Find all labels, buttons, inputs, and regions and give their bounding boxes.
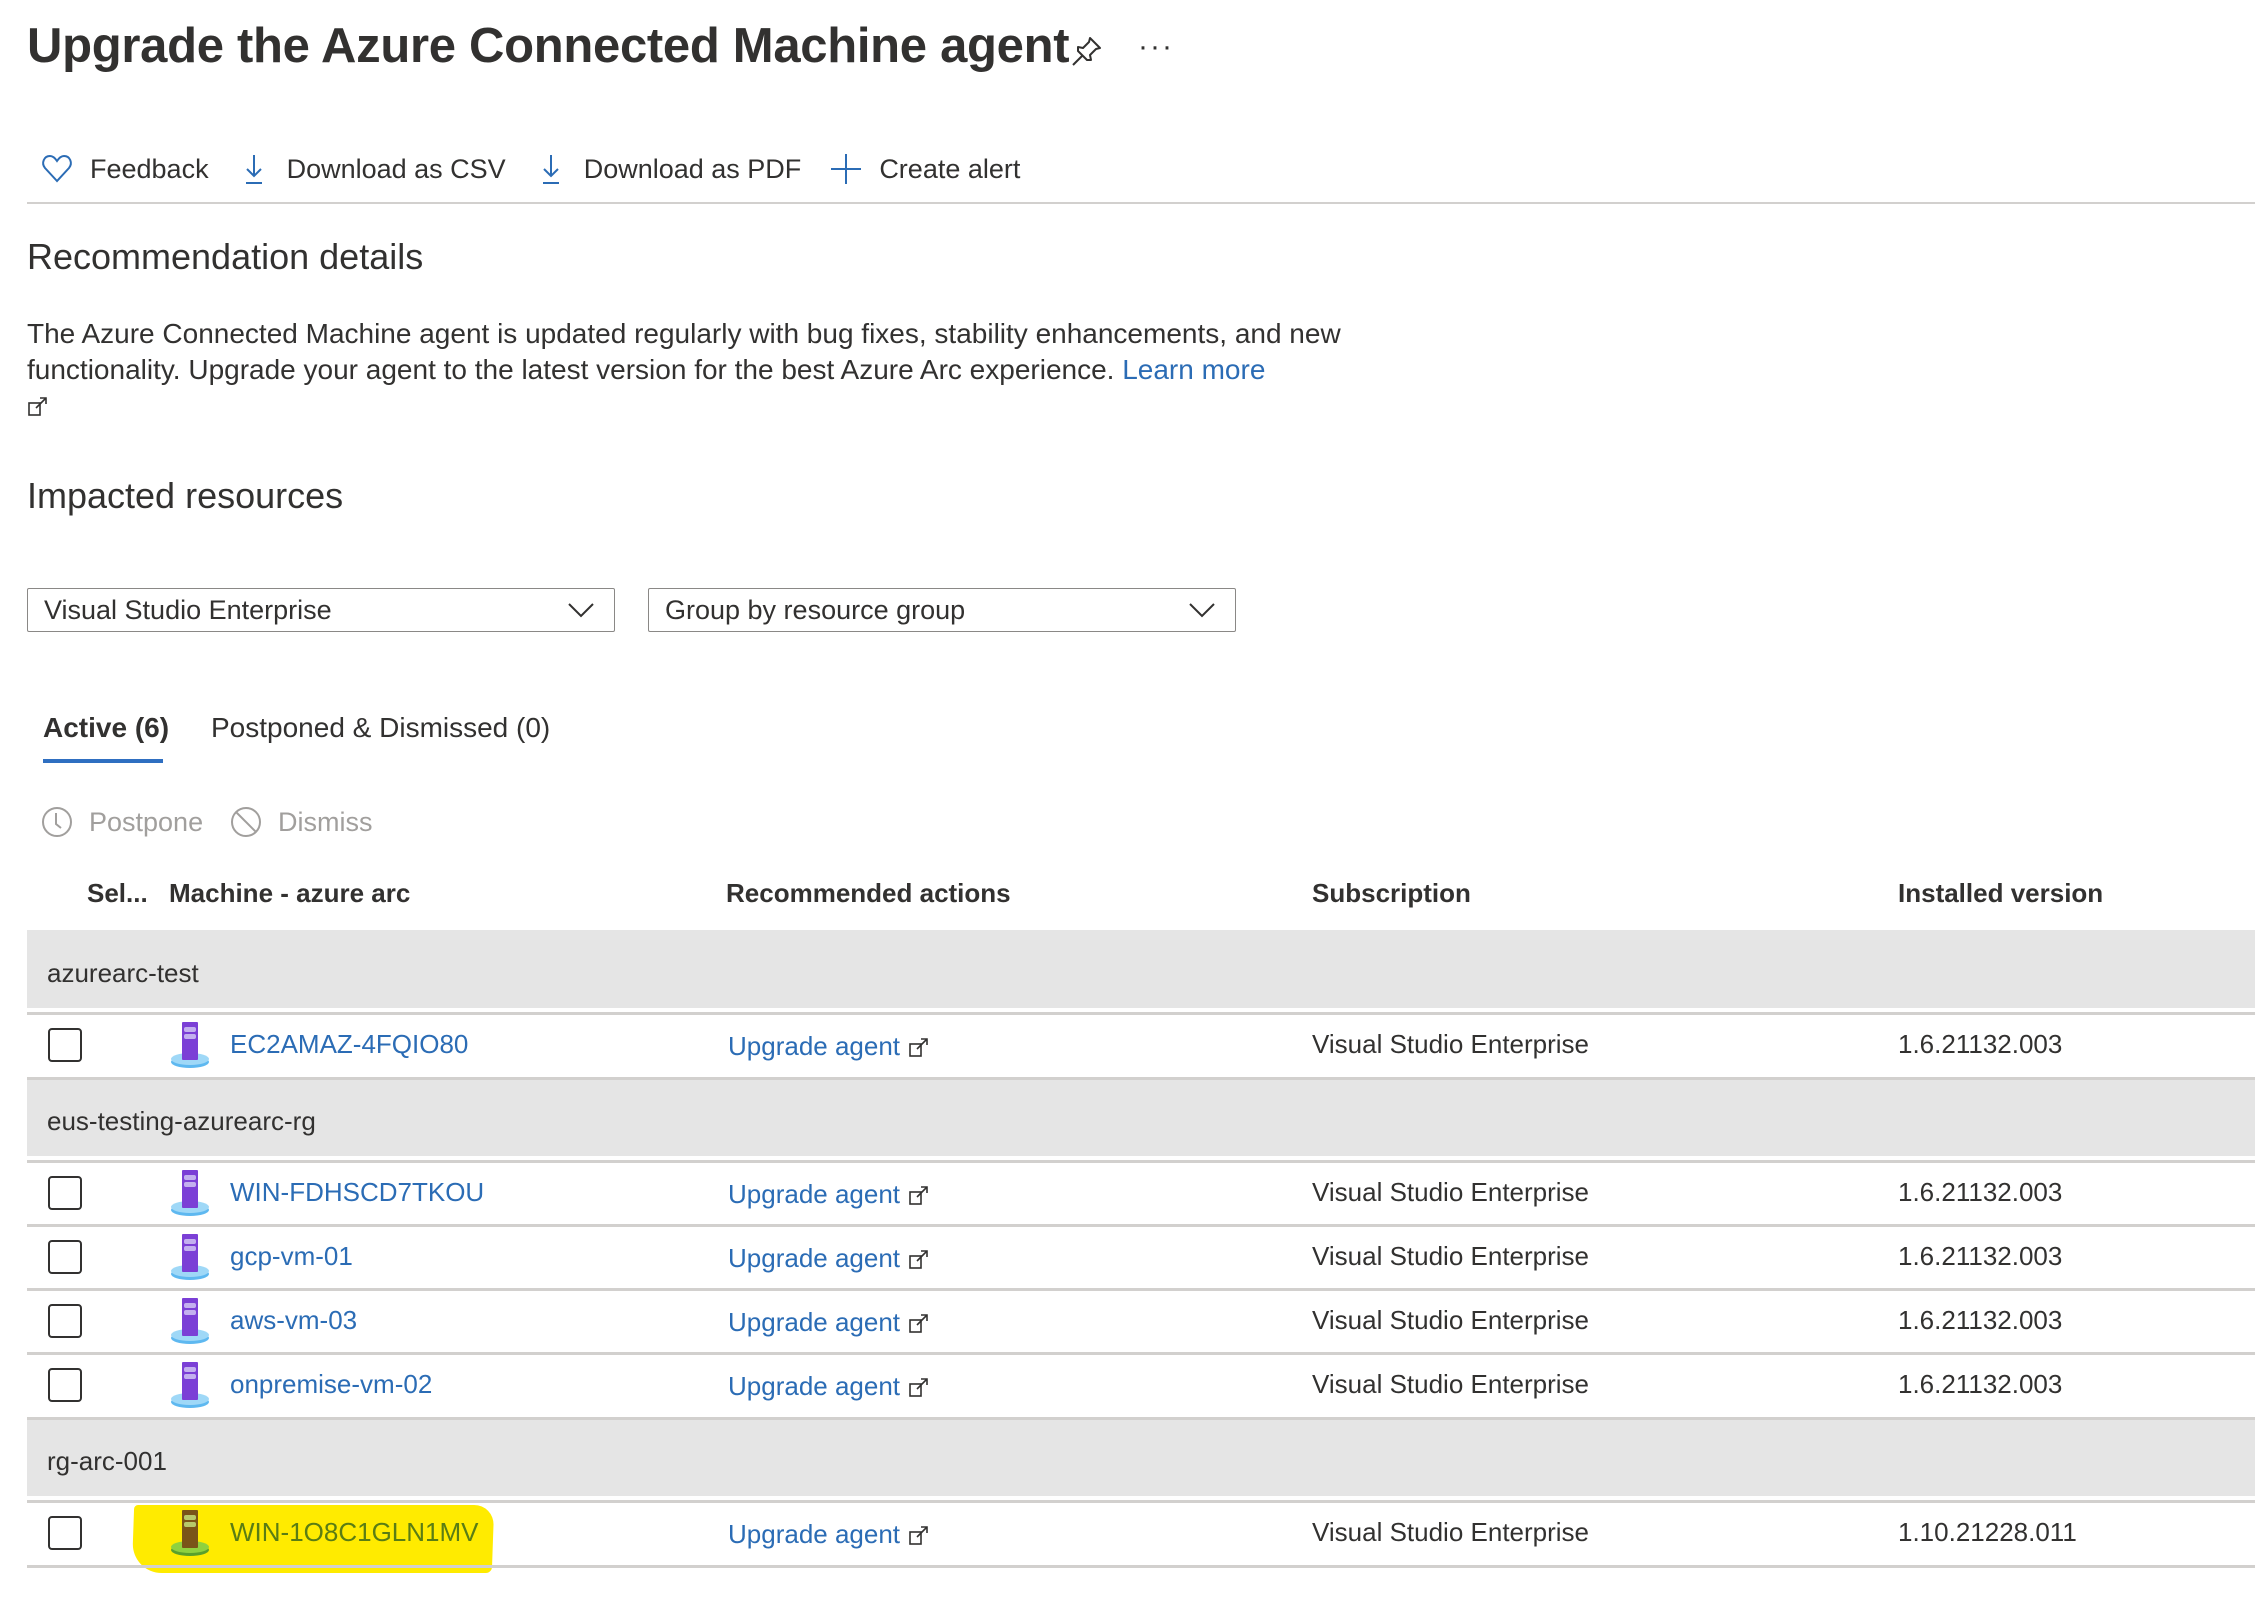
impacted-resources-heading: Impacted resources bbox=[27, 475, 344, 516]
machine-link[interactable]: EC2AMAZ-4FQIO80 bbox=[230, 1029, 468, 1060]
subscription-filter-dropdown[interactable]: Visual Studio Enterprise bbox=[27, 588, 615, 632]
external-link-icon bbox=[909, 1249, 928, 1269]
group-name: rg-arc-001 bbox=[47, 1446, 167, 1476]
toolbar-divider bbox=[27, 202, 2255, 204]
table-row[interactable]: EC2AMAZ-4FQIO80 Upgrade agent Visual Stu… bbox=[27, 1012, 2255, 1080]
upgrade-agent-link[interactable]: Upgrade agent bbox=[728, 1179, 930, 1210]
heart-icon bbox=[42, 154, 72, 183]
download-icon bbox=[245, 155, 262, 184]
group-name: azurearc-test bbox=[47, 958, 199, 988]
row-checkbox[interactable] bbox=[48, 1240, 82, 1274]
arc-machine-icon bbox=[171, 1170, 209, 1216]
arc-machine-icon bbox=[171, 1298, 209, 1344]
table-row[interactable]: WIN-FDHSCD7TKOU Upgrade agent Visual Stu… bbox=[27, 1160, 2255, 1224]
download-icon bbox=[542, 155, 559, 184]
subscription-cell: Visual Studio Enterprise bbox=[1312, 1305, 1590, 1335]
recommendation-description: The Azure Connected Machine agent is upd… bbox=[27, 316, 1357, 424]
external-link-icon bbox=[909, 1525, 928, 1545]
table-row[interactable]: aws-vm-03 Upgrade agent Visual Studio En… bbox=[27, 1288, 2255, 1352]
table-row[interactable]: onpremise-vm-02 Upgrade agent Visual Stu… bbox=[27, 1352, 2255, 1420]
active-tab-indicator bbox=[43, 759, 163, 763]
group-row[interactable]: azurearc-test bbox=[27, 930, 2255, 1012]
download-pdf-button[interactable]: Download as PDF bbox=[534, 152, 801, 186]
external-link-icon bbox=[909, 1037, 928, 1057]
machine-link[interactable]: WIN-FDHSCD7TKOU bbox=[230, 1177, 484, 1208]
upgrade-agent-link[interactable]: Upgrade agent bbox=[728, 1031, 930, 1062]
upgrade-agent-link[interactable]: Upgrade agent bbox=[728, 1519, 930, 1550]
subscription-cell: Visual Studio Enterprise bbox=[1312, 1177, 1590, 1207]
arc-machine-icon bbox=[171, 1234, 209, 1280]
installed-version-cell: 1.6.21132.003 bbox=[1898, 1369, 2063, 1399]
external-link-icon bbox=[909, 1313, 928, 1333]
dismiss-button[interactable]: Dismiss bbox=[230, 806, 373, 838]
column-header-machine[interactable]: Machine - azure arc bbox=[169, 878, 410, 909]
toolbar: Feedback Download as CSV Download as PDF… bbox=[40, 148, 1048, 190]
row-checkbox[interactable] bbox=[48, 1304, 82, 1338]
postpone-button[interactable]: Postpone bbox=[41, 806, 203, 838]
plus-icon bbox=[831, 154, 862, 184]
tab-postponed-dismissed[interactable]: Postponed & Dismissed (0) bbox=[211, 712, 550, 744]
clock-icon bbox=[42, 807, 72, 837]
external-link-icon bbox=[909, 1185, 928, 1205]
upgrade-agent-link[interactable]: Upgrade agent bbox=[728, 1243, 930, 1274]
column-header-recommended-actions[interactable]: Recommended actions bbox=[726, 878, 1011, 909]
row-checkbox[interactable] bbox=[48, 1516, 82, 1550]
group-row[interactable]: eus-testing-azurearc-rg bbox=[27, 1080, 2255, 1160]
column-header-installed-version[interactable]: Installed version bbox=[1898, 878, 2103, 909]
create-alert-button[interactable]: Create alert bbox=[829, 152, 1020, 186]
download-csv-button[interactable]: Download as CSV bbox=[237, 152, 506, 186]
pin-icon[interactable] bbox=[1070, 34, 1104, 68]
installed-version-cell: 1.6.21132.003 bbox=[1898, 1177, 2063, 1207]
installed-version-cell: 1.10.21228.011 bbox=[1898, 1517, 2077, 1547]
machine-link[interactable]: onpremise-vm-02 bbox=[230, 1369, 432, 1400]
chevron-down-icon bbox=[568, 603, 594, 618]
machine-link[interactable]: WIN-1O8C1GLN1MV bbox=[230, 1517, 479, 1548]
arc-machine-icon bbox=[171, 1362, 209, 1408]
upgrade-agent-link[interactable]: Upgrade agent bbox=[728, 1371, 930, 1402]
recommendation-details-heading: Recommendation details bbox=[27, 236, 424, 277]
row-checkbox[interactable] bbox=[48, 1368, 82, 1402]
installed-version-cell: 1.6.21132.003 bbox=[1898, 1029, 2063, 1059]
upgrade-agent-link[interactable]: Upgrade agent bbox=[728, 1307, 930, 1338]
table-row[interactable]: WIN-1O8C1GLN1MV Upgrade agent Visual Stu… bbox=[27, 1500, 2255, 1568]
row-checkbox[interactable] bbox=[48, 1028, 82, 1062]
page-title: Upgrade the Azure Connected Machine agen… bbox=[27, 19, 1070, 73]
more-options-button[interactable]: ··· bbox=[1138, 30, 1174, 64]
external-link-icon bbox=[909, 1377, 928, 1397]
installed-version-cell: 1.6.21132.003 bbox=[1898, 1305, 2063, 1335]
chevron-down-icon bbox=[1189, 603, 1215, 618]
feedback-button[interactable]: Feedback bbox=[40, 152, 209, 186]
external-link-icon bbox=[28, 397, 47, 416]
column-header-select[interactable]: Sel... bbox=[87, 878, 148, 909]
table-row[interactable]: gcp-vm-01 Upgrade agent Visual Studio En… bbox=[27, 1224, 2255, 1288]
installed-version-cell: 1.6.21132.003 bbox=[1898, 1241, 2063, 1271]
block-icon bbox=[231, 807, 261, 837]
arc-machine-icon bbox=[171, 1022, 209, 1068]
subscription-cell: Visual Studio Enterprise bbox=[1312, 1517, 1590, 1547]
column-header-subscription[interactable]: Subscription bbox=[1312, 878, 1471, 909]
tab-active[interactable]: Active (6) bbox=[43, 712, 169, 744]
row-checkbox[interactable] bbox=[48, 1176, 82, 1210]
machine-link[interactable]: gcp-vm-01 bbox=[230, 1241, 353, 1272]
subscription-cell: Visual Studio Enterprise bbox=[1312, 1369, 1590, 1399]
group-row[interactable]: rg-arc-001 bbox=[27, 1420, 2255, 1500]
group-name: eus-testing-azurearc-rg bbox=[47, 1106, 316, 1136]
subscription-cell: Visual Studio Enterprise bbox=[1312, 1029, 1590, 1059]
machine-link[interactable]: aws-vm-03 bbox=[230, 1305, 357, 1336]
group-by-dropdown[interactable]: Group by resource group bbox=[648, 588, 1236, 632]
subscription-cell: Visual Studio Enterprise bbox=[1312, 1241, 1590, 1271]
arc-machine-icon bbox=[171, 1510, 209, 1556]
